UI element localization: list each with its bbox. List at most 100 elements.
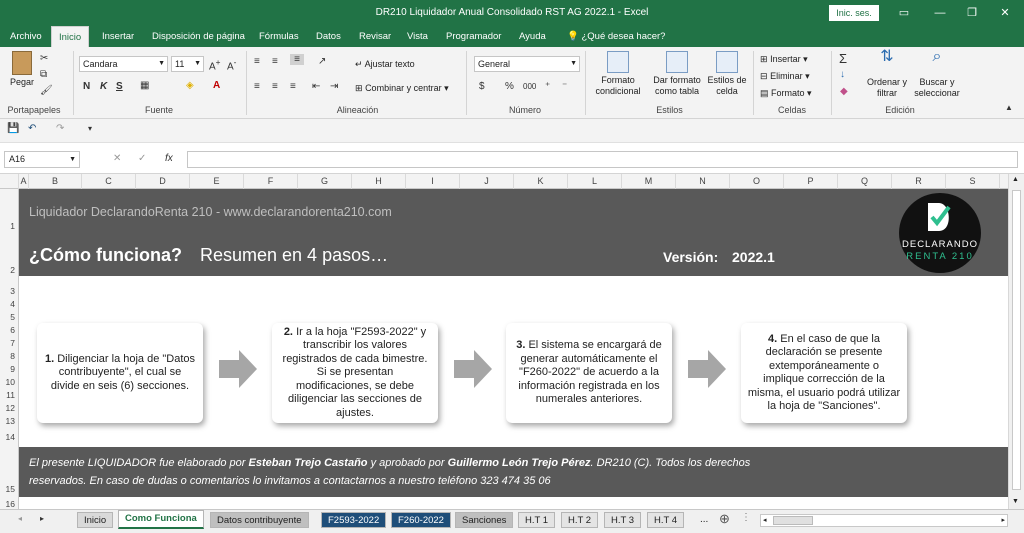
column-header[interactable]: K [514, 174, 568, 189]
font-color-icon[interactable]: A [213, 80, 220, 91]
row-header[interactable]: 15 [0, 484, 18, 494]
clear-icon[interactable]: ◆ [840, 86, 848, 97]
column-header[interactable]: Q [838, 174, 892, 189]
row-header[interactable]: 11 [0, 390, 18, 400]
grow-font-icon[interactable]: A+ [209, 57, 221, 72]
maximize-icon[interactable]: ❐ [957, 3, 987, 23]
name-box[interactable]: A16 ▼ [4, 151, 80, 168]
select-all-button[interactable] [0, 174, 19, 189]
tab-ayuda[interactable]: Ayuda [512, 26, 553, 47]
column-header[interactable]: P [784, 174, 838, 189]
column-header[interactable]: J [460, 174, 514, 189]
align-top-icon[interactable]: ≡ [254, 56, 260, 67]
row-header[interactable]: 12 [0, 403, 18, 413]
ribbon-display-icon[interactable]: ▭ [889, 3, 919, 23]
shrink-font-icon[interactable]: A- [227, 57, 236, 72]
italic-button[interactable]: K [100, 81, 107, 92]
next-sheet-icon[interactable]: ▸ [40, 514, 44, 523]
tab-insertar[interactable]: Insertar [95, 26, 141, 47]
increase-indent-icon[interactable]: ⇥ [330, 81, 338, 92]
column-header[interactable]: F [244, 174, 298, 189]
sheet-tab-f2593[interactable]: F2593-2022 [321, 512, 387, 528]
sheet-tab-ht2[interactable]: H.T 2 [561, 512, 599, 528]
column-header[interactable]: E [190, 174, 244, 189]
orientation-icon[interactable]: ↗ [318, 56, 326, 67]
column-header[interactable]: G [298, 174, 352, 189]
column-header[interactable]: M [622, 174, 676, 189]
sheet-tab-sanciones[interactable]: Sanciones [455, 512, 514, 528]
align-center-icon[interactable]: ≡ [272, 81, 278, 92]
more-sheets-button[interactable]: ... [700, 514, 708, 525]
delete-cells-button[interactable]: ⊟ Eliminar ▾ [760, 71, 810, 82]
paste-button[interactable]: Pegar [6, 51, 38, 88]
merge-center-button[interactable]: ⊞ Combinar y centrar ▾ [355, 83, 449, 94]
row-header[interactable]: 2 [0, 265, 18, 275]
column-header[interactable]: A [19, 174, 29, 189]
column-header[interactable]: C [82, 174, 136, 189]
tab-programador[interactable]: Programador [439, 26, 508, 47]
scroll-left-icon[interactable]: ◂ [763, 516, 767, 524]
scroll-down-icon[interactable]: ▼ [1012, 498, 1019, 505]
number-format-select[interactable]: General ▼ [474, 56, 580, 72]
wrap-text-button[interactable]: ↵ Ajustar texto [355, 59, 415, 70]
tab-disposicion[interactable]: Disposición de página [145, 26, 252, 47]
row-header[interactable]: 3 [0, 286, 18, 296]
decrease-decimal-icon[interactable]: ⁻ [562, 81, 567, 92]
font-name-select[interactable]: Candara ▼ [79, 56, 168, 72]
save-icon[interactable]: 💾 [7, 123, 19, 134]
tab-archivo[interactable]: Archivo [3, 26, 49, 47]
sheet-tab-ht1[interactable]: H.T 1 [518, 512, 556, 528]
column-header[interactable]: N [676, 174, 730, 189]
cancel-icon[interactable]: ✕ [113, 153, 121, 164]
row-header[interactable]: 14 [0, 432, 18, 442]
undo-icon[interactable]: ↶ [28, 123, 36, 134]
vertical-scrollbar[interactable]: ▲ ▼ [1008, 174, 1024, 509]
insert-cells-button[interactable]: ⊞ Insertar ▾ [760, 54, 808, 65]
worksheet[interactable]: Liquidador DeclarandoRenta 210 - www.dec… [19, 189, 1008, 509]
percent-button[interactable]: % [505, 81, 514, 92]
thousands-button[interactable]: 000 [523, 82, 536, 91]
autosum-icon[interactable]: Σ [839, 51, 847, 66]
format-painter-icon[interactable]: 🖌 [40, 85, 53, 96]
formula-input[interactable] [187, 151, 1018, 168]
add-sheet-icon[interactable]: ⊕ [719, 511, 730, 527]
column-header[interactable]: L [568, 174, 622, 189]
close-icon[interactable]: ✕ [990, 3, 1020, 23]
redo-icon[interactable]: ↷ [56, 123, 64, 134]
tab-vista[interactable]: Vista [400, 26, 435, 47]
column-header[interactable]: R [892, 174, 946, 189]
currency-button[interactable]: $ [479, 81, 485, 92]
bold-button[interactable]: N [83, 81, 90, 92]
font-size-select[interactable]: 11 ▼ [171, 56, 204, 72]
column-header[interactable]: I [406, 174, 460, 189]
underline-button[interactable]: S [116, 81, 123, 92]
row-header[interactable]: 10 [0, 377, 18, 387]
sheet-tab-inicio[interactable]: Inicio [77, 512, 114, 528]
decrease-indent-icon[interactable]: ⇤ [312, 81, 320, 92]
row-header[interactable]: 13 [0, 416, 18, 426]
conditional-format-button[interactable]: Formato condicional [590, 51, 646, 97]
scroll-up-icon[interactable]: ▲ [1012, 176, 1019, 183]
tab-inicio[interactable]: Inicio [51, 26, 90, 47]
increase-decimal-icon[interactable]: ⁺ [545, 81, 550, 92]
collapse-ribbon-icon[interactable]: ▲ [1005, 103, 1013, 112]
minimize-icon[interactable]: — [925, 3, 955, 23]
cell-styles-button[interactable]: Estilos de celda [706, 51, 748, 97]
scroll-right-icon[interactable]: ▸ [1001, 516, 1005, 524]
prev-sheet-icon[interactable]: ◂ [18, 514, 22, 523]
scroll-thumb[interactable] [773, 516, 813, 525]
row-header[interactable]: 9 [0, 364, 18, 374]
format-as-table-button[interactable]: Dar formato como tabla [649, 51, 705, 97]
column-header[interactable]: D [136, 174, 190, 189]
cut-icon[interactable]: ✂ [40, 53, 48, 64]
row-header[interactable]: 1 [0, 221, 18, 231]
format-cells-button[interactable]: ▤ Formato ▾ [760, 88, 812, 99]
row-header[interactable]: 8 [0, 351, 18, 361]
row-header[interactable]: 7 [0, 338, 18, 348]
borders-icon[interactable]: ▦ [140, 80, 149, 91]
column-header[interactable]: O [730, 174, 784, 189]
row-header[interactable]: 5 [0, 312, 18, 322]
sheet-tab-como-funciona[interactable]: Como Funciona [118, 510, 204, 529]
sheet-tab-ht4[interactable]: H.T 4 [647, 512, 685, 528]
tab-splitter[interactable]: ⋮ [741, 512, 751, 523]
